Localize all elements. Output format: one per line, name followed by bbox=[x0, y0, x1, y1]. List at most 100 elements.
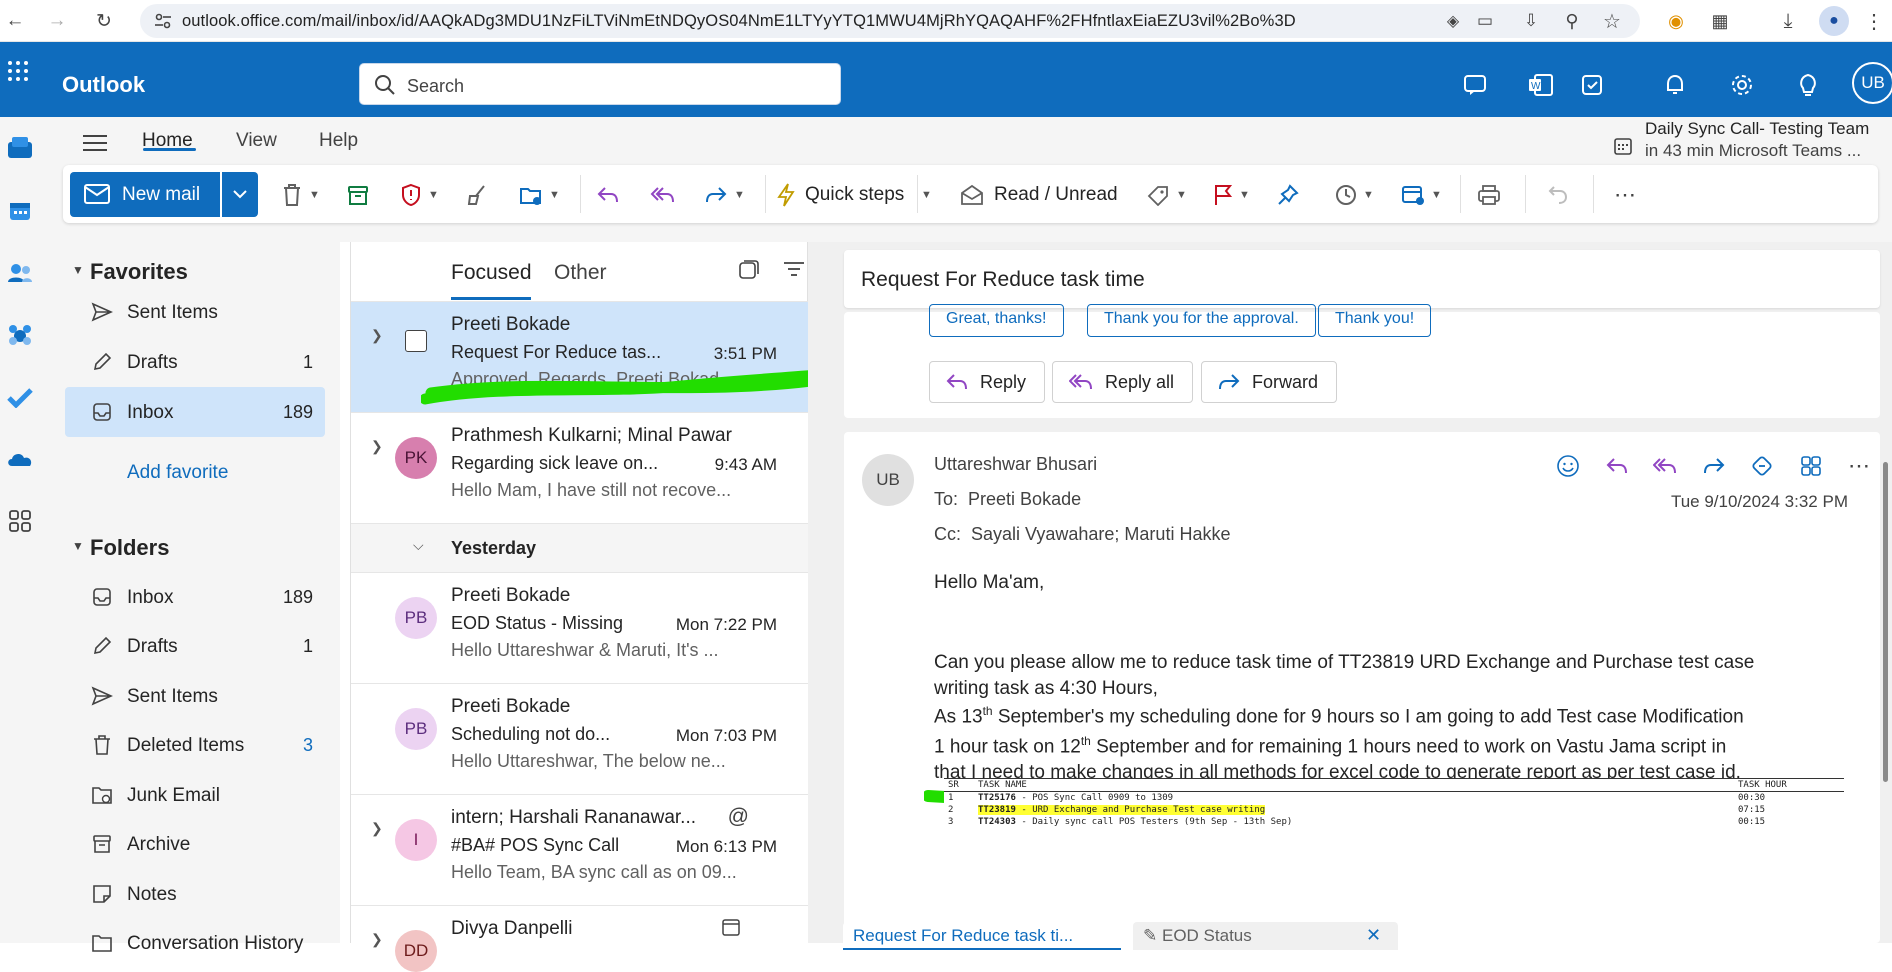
cc-recipients[interactable]: Sayali Vyawahare; Maruti Hakke bbox=[971, 524, 1230, 544]
undo-button[interactable] bbox=[1547, 182, 1569, 208]
site-info-icon[interactable] bbox=[154, 13, 172, 29]
install-icon[interactable]: ⇩ bbox=[1518, 8, 1544, 34]
tips-lightbulb-icon[interactable] bbox=[1793, 70, 1823, 100]
browser-menu-icon[interactable]: ⋮ bbox=[1861, 8, 1887, 34]
scrollbar-thumb[interactable] bbox=[1883, 462, 1888, 782]
tab-help[interactable]: Help bbox=[319, 130, 358, 152]
settings-gear-icon[interactable] bbox=[1727, 70, 1757, 100]
message-row[interactable]: PB Preeti Bokade EOD Status - Missing Mo… bbox=[351, 573, 809, 684]
reload-icon[interactable]: ↻ bbox=[91, 8, 117, 34]
categorize-button[interactable]: ▼ bbox=[1146, 182, 1187, 208]
rules-button[interactable]: ▼ bbox=[1401, 182, 1442, 208]
message-row[interactable]: PB Preeti Bokade Scheduling not do... Mo… bbox=[351, 684, 809, 795]
chevron-right-icon[interactable]: ❯ bbox=[371, 327, 383, 344]
quick-steps-dropdown[interactable]: ▼ bbox=[921, 182, 932, 208]
message-checkbox[interactable] bbox=[405, 330, 427, 352]
to-recipient[interactable]: Preeti Bokade bbox=[968, 489, 1081, 509]
folder-conversation-history[interactable]: Conversation History bbox=[65, 918, 325, 968]
profile-icon[interactable]: ● bbox=[1819, 6, 1849, 36]
address-bar[interactable]: outlook.office.com/mail/inbox/id/AAQkADg… bbox=[140, 4, 1640, 38]
tab-focused[interactable]: Focused bbox=[451, 261, 532, 285]
zoom-icon[interactable]: ⚲ bbox=[1559, 8, 1585, 34]
more-options-icon[interactable]: ⋯ bbox=[1614, 182, 1636, 208]
reply-button[interactable]: Reply bbox=[929, 361, 1046, 403]
forward-button[interactable]: ▼ bbox=[704, 182, 745, 208]
chevron-down-icon[interactable] bbox=[232, 187, 248, 201]
forward-icon[interactable]: → bbox=[44, 8, 70, 34]
extension-icon[interactable]: ◉ bbox=[1663, 8, 1689, 34]
report-button[interactable]: ▼ bbox=[400, 182, 439, 208]
folder-sent-items[interactable]: Sent Items bbox=[65, 671, 325, 721]
folder-deleted-items[interactable]: Deleted Items 3 bbox=[65, 720, 325, 770]
message-row[interactable]: ❯ Preeti Bokade Request For Reduce tas..… bbox=[351, 302, 821, 413]
tab-view[interactable]: View bbox=[236, 130, 277, 152]
todo-app-icon[interactable] bbox=[4, 381, 36, 413]
forward-icon[interactable] bbox=[1700, 452, 1728, 480]
teams-chat-icon[interactable] bbox=[1461, 70, 1491, 100]
reply-all-button[interactable] bbox=[650, 182, 676, 208]
back-icon[interactable]: ← bbox=[2, 8, 28, 34]
reply-button[interactable] bbox=[596, 182, 620, 208]
word-icon[interactable]: W bbox=[1526, 70, 1556, 100]
extensions-puzzle-icon[interactable]: ▦ bbox=[1707, 8, 1733, 34]
quick-steps-button[interactable]: Quick steps bbox=[777, 182, 904, 208]
tab-other[interactable]: Other bbox=[554, 261, 607, 285]
onedrive-app-icon[interactable] bbox=[4, 443, 36, 475]
suggested-reply-3[interactable]: Thank you! bbox=[1318, 304, 1432, 337]
draft-tab[interactable]: ✎ EOD Status ✕ bbox=[1133, 922, 1398, 950]
app-name[interactable]: Outlook bbox=[62, 72, 145, 98]
sweep-button[interactable] bbox=[466, 182, 488, 208]
archive-button[interactable] bbox=[347, 182, 369, 208]
emoji-reaction-icon[interactable] bbox=[1554, 452, 1582, 480]
sender-avatar[interactable]: UB bbox=[862, 454, 914, 506]
reading-scrollbar[interactable] bbox=[1882, 262, 1890, 922]
groups-app-icon[interactable] bbox=[4, 319, 36, 351]
forward-button[interactable]: Forward bbox=[1201, 361, 1338, 403]
select-mode-icon[interactable] bbox=[738, 259, 760, 281]
app-launcher-icon[interactable] bbox=[7, 60, 29, 82]
my-day-icon[interactable] bbox=[1578, 70, 1608, 100]
search-input[interactable]: Search bbox=[359, 63, 841, 105]
folder-notes[interactable]: Notes bbox=[65, 869, 325, 919]
read-unread-button[interactable]: Read / Unread bbox=[960, 182, 1118, 208]
folders-header[interactable]: Folders bbox=[90, 535, 169, 561]
hamburger-menu-icon[interactable] bbox=[83, 133, 107, 153]
message-row[interactable]: ❯ DD Divya Danpelli bbox=[351, 906, 809, 972]
filter-icon[interactable] bbox=[783, 260, 805, 278]
account-avatar[interactable]: UB bbox=[1852, 62, 1892, 104]
chevron-right-icon[interactable]: ❯ bbox=[371, 931, 383, 948]
favorites-header[interactable]: Favorites bbox=[90, 259, 188, 285]
more-actions-icon[interactable]: ⋯ bbox=[1845, 452, 1873, 480]
group-header-yesterday[interactable]: ⌵ Yesterday bbox=[351, 524, 809, 573]
loop-component-icon[interactable] bbox=[1748, 452, 1776, 480]
suggested-reply-1[interactable]: Great, thanks! bbox=[929, 304, 1064, 337]
draft-tab-active[interactable]: Request For Reduce task ti... bbox=[843, 922, 1121, 950]
reply-all-button[interactable]: Reply all bbox=[1052, 361, 1194, 403]
bookmark-star-icon[interactable]: ☆ bbox=[1599, 8, 1625, 34]
favorite-inbox[interactable]: Inbox 189 bbox=[65, 387, 325, 437]
reply-all-icon[interactable] bbox=[1651, 452, 1679, 480]
favorite-drafts[interactable]: Drafts 1 bbox=[65, 337, 325, 387]
favorite-sent-items[interactable]: Sent Items bbox=[65, 287, 325, 337]
sender-name[interactable]: Uttareshwar Bhusari bbox=[934, 454, 1097, 475]
delete-button[interactable]: ▼ bbox=[281, 182, 320, 208]
snooze-button[interactable]: ▼ bbox=[1335, 182, 1374, 208]
favorites-chevron-icon[interactable]: ▼ bbox=[72, 263, 84, 277]
folder-junk-email[interactable]: Junk Email bbox=[65, 770, 325, 820]
folder-drafts[interactable]: Drafts 1 bbox=[65, 621, 325, 671]
flag-button[interactable]: ▼ bbox=[1213, 182, 1250, 208]
downloads-icon[interactable]: ⤓ bbox=[1775, 8, 1801, 34]
message-row[interactable]: ❯ PK Prathmesh Kulkarni; Minal Pawar Reg… bbox=[351, 413, 809, 524]
mute-icon[interactable]: ▭ bbox=[1472, 8, 1498, 34]
new-mail-button[interactable]: New mail bbox=[70, 172, 258, 217]
mail-app-icon[interactable] bbox=[4, 132, 36, 164]
upcoming-meeting-detail[interactable]: in 43 min Microsoft Teams ... bbox=[1645, 141, 1861, 161]
add-favorite-link[interactable]: Add favorite bbox=[127, 462, 228, 484]
print-button[interactable] bbox=[1477, 182, 1501, 208]
pin-button[interactable] bbox=[1277, 182, 1299, 208]
calendar-app-icon[interactable] bbox=[4, 195, 36, 227]
move-to-button[interactable]: ▼ bbox=[519, 182, 560, 208]
folder-archive[interactable]: Archive bbox=[65, 819, 325, 869]
people-app-icon[interactable] bbox=[4, 257, 36, 289]
folders-chevron-icon[interactable]: ▼ bbox=[72, 539, 84, 553]
